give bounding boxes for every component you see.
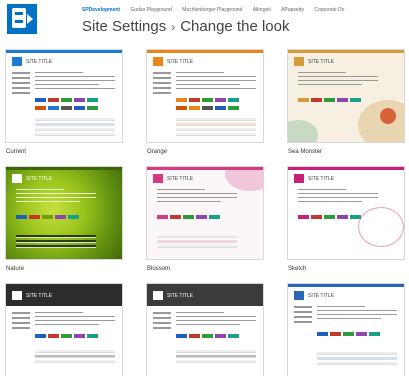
topnav-item-muchlenberger-playground[interactable]: Muchlenberger Playground (182, 7, 242, 14)
look-preview-orange[interactable]: SITE TITLE (146, 49, 264, 143)
topnav-item-corporate[interactable]: Corporate Do (314, 7, 344, 14)
preview-site-title: SITE TITLE (26, 176, 53, 182)
preview-site-title: SITE TITLE (167, 293, 194, 299)
look-label: Sketch (288, 266, 307, 272)
look-label: Blossom (147, 266, 171, 272)
look-preview-sketch[interactable]: SITE TITLE (287, 166, 405, 260)
suite-header: SPDevelopment Gudas Playground Muchlenbe… (0, 0, 409, 42)
look-preview-grey[interactable]: SITE TITLE (146, 283, 264, 376)
preview-site-title: SITE TITLE (26, 59, 53, 65)
top-navigation: SPDevelopment Gudas Playground Muchlenbe… (82, 7, 409, 14)
look-preview-nature[interactable]: SITE TITLE (5, 166, 123, 260)
look-preview-sea-monster[interactable]: SITE TITLE (287, 49, 405, 143)
breadcrumb-current: Change the look (180, 18, 290, 35)
preview-site-title: SITE TITLE (308, 293, 335, 299)
sharepoint-logo-icon[interactable] (7, 4, 37, 34)
preview-site-title: SITE TITLE (167, 59, 194, 65)
look-preview-blossom[interactable]: SITE TITLE (146, 166, 264, 260)
breadcrumb-separator: › (171, 20, 176, 34)
look-label: Nature (6, 266, 25, 272)
page-title: Site Settings › Change the look (82, 18, 289, 36)
topnav-item-apapsetty[interactable]: APapsetty (281, 7, 304, 14)
look-label: Orange (147, 149, 168, 155)
look-preview-dark[interactable]: SITE TITLE (5, 283, 123, 376)
look-preview-blue[interactable]: SITE TITLE (287, 283, 405, 376)
look-label: Sea Monster (288, 149, 323, 155)
topnav-item-allorgeti[interactable]: Allorgeti (253, 7, 271, 14)
preview-site-title: SITE TITLE (308, 176, 335, 182)
look-label: Current (6, 149, 27, 155)
preview-site-title: SITE TITLE (167, 176, 194, 182)
preview-site-title: SITE TITLE (308, 59, 335, 65)
topnav-item-gudas-playground[interactable]: Gudas Playground (130, 7, 171, 14)
preview-site-title: SITE TITLE (26, 293, 53, 299)
look-preview-current[interactable]: SITE TITLE (5, 49, 123, 143)
breadcrumb-site-settings[interactable]: Site Settings (82, 18, 166, 35)
topnav-item-spdevelopment[interactable]: SPDevelopment (82, 7, 120, 14)
